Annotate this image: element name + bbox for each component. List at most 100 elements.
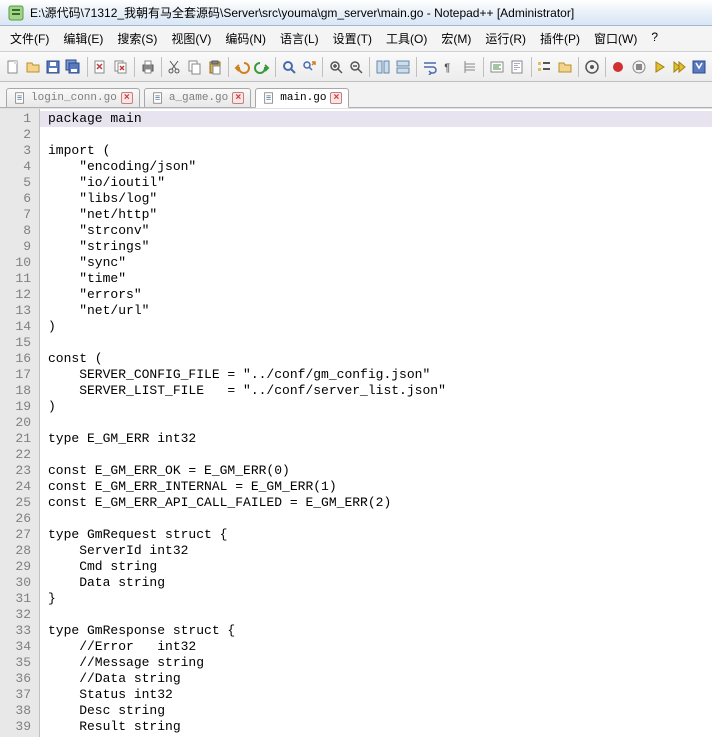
indent-guide-button[interactable] <box>461 56 479 78</box>
menu-help[interactable]: ? <box>645 28 664 49</box>
toolbar-separator <box>275 57 276 77</box>
sync-h-button[interactable] <box>394 56 412 78</box>
code-line: "encoding/json" <box>48 159 712 175</box>
line-number: 32 <box>4 607 31 623</box>
toolbar-separator <box>87 57 88 77</box>
record-icon <box>610 59 626 75</box>
menu-edit[interactable]: 编辑(E) <box>57 28 109 49</box>
tab-main-go[interactable]: main.go× <box>255 88 349 108</box>
menu-file[interactable]: 文件(F) <box>4 28 55 49</box>
code-line: ServerId int32 <box>48 543 712 559</box>
line-number: 7 <box>4 207 31 223</box>
line-number: 13 <box>4 303 31 319</box>
wordwrap-icon <box>422 59 438 75</box>
line-number: 6 <box>4 191 31 207</box>
tab-a_game-go[interactable]: a_game.go× <box>144 88 251 107</box>
copy-icon <box>187 59 203 75</box>
tab-login_conn-go[interactable]: login_conn.go× <box>6 88 140 107</box>
line-number: 3 <box>4 143 31 159</box>
menu-window[interactable]: 窗口(W) <box>588 28 643 49</box>
play-icon <box>651 59 667 75</box>
code-line: "time" <box>48 271 712 287</box>
folder-button[interactable] <box>556 56 574 78</box>
line-number: 5 <box>4 175 31 191</box>
code-line: "errors" <box>48 287 712 303</box>
folder-icon <box>557 59 573 75</box>
zoom-in-button[interactable] <box>327 56 345 78</box>
monitor-button[interactable] <box>582 56 600 78</box>
file-icon <box>262 91 276 105</box>
close-button[interactable] <box>91 56 109 78</box>
func-list-button[interactable] <box>535 56 553 78</box>
code-line <box>48 447 712 463</box>
redo-button[interactable] <box>253 56 271 78</box>
tab-close-icon[interactable]: × <box>121 92 133 104</box>
code-line: "sync" <box>48 255 712 271</box>
code-line: type GmResponse struct { <box>48 623 712 639</box>
line-number: 36 <box>4 671 31 687</box>
save-macro-button[interactable] <box>690 56 708 78</box>
record-button[interactable] <box>609 56 627 78</box>
titlebar: E:\源代码\71312_我朝有马全套源码\Server\src\youma\g… <box>0 0 712 26</box>
code-line <box>48 511 712 527</box>
menu-plugins[interactable]: 插件(P) <box>534 28 586 49</box>
menubar: 文件(F) 编辑(E) 搜索(S) 视图(V) 编码(N) 语言(L) 设置(T… <box>0 26 712 52</box>
lang-format-button[interactable] <box>488 56 506 78</box>
print-button[interactable] <box>138 56 156 78</box>
code-area[interactable]: package mainimport ( "encoding/json" "io… <box>40 109 712 737</box>
code-line <box>48 415 712 431</box>
tab-close-icon[interactable]: × <box>232 92 244 104</box>
tab-close-icon[interactable]: × <box>330 92 342 104</box>
line-number: 27 <box>4 527 31 543</box>
line-number: 25 <box>4 495 31 511</box>
menu-macro[interactable]: 宏(M) <box>435 28 477 49</box>
find-button[interactable] <box>280 56 298 78</box>
doc-map-button[interactable] <box>508 56 526 78</box>
line-number: 17 <box>4 367 31 383</box>
print-icon <box>140 59 156 75</box>
line-number: 30 <box>4 575 31 591</box>
toolbar-separator <box>483 57 484 77</box>
monitor-icon <box>584 59 600 75</box>
save-button[interactable] <box>44 56 62 78</box>
play-multi-button[interactable] <box>670 56 688 78</box>
stop-record-button[interactable] <box>630 56 648 78</box>
menu-settings[interactable]: 设置(T) <box>327 28 378 49</box>
file-icon <box>151 91 165 105</box>
menu-language[interactable]: 语言(L) <box>274 28 325 49</box>
menu-tools[interactable]: 工具(O) <box>380 28 433 49</box>
play-button[interactable] <box>650 56 668 78</box>
save-macro-icon <box>691 59 707 75</box>
replace-button[interactable] <box>300 56 318 78</box>
doc-map-icon <box>509 59 525 75</box>
copy-button[interactable] <box>186 56 204 78</box>
menu-search[interactable]: 搜索(S) <box>111 28 163 49</box>
replace-icon <box>301 59 317 75</box>
undo-button[interactable] <box>233 56 251 78</box>
save-all-icon <box>65 59 81 75</box>
code-line: "io/ioutil" <box>48 175 712 191</box>
code-line <box>48 335 712 351</box>
save-all-button[interactable] <box>64 56 82 78</box>
new-file-button[interactable] <box>4 56 22 78</box>
open-file-button[interactable] <box>24 56 42 78</box>
sync-v-button[interactable] <box>374 56 392 78</box>
wordwrap-button[interactable] <box>421 56 439 78</box>
cut-button[interactable] <box>165 56 183 78</box>
lang-format-icon <box>489 59 505 75</box>
menu-run[interactable]: 运行(R) <box>479 28 532 49</box>
code-line: "net/url" <box>48 303 712 319</box>
zoom-out-button[interactable] <box>347 56 365 78</box>
show-all-chars-button[interactable]: ¶ <box>441 56 459 78</box>
menu-encoding[interactable]: 编码(N) <box>219 28 272 49</box>
paste-button[interactable] <box>206 56 224 78</box>
code-line: "libs/log" <box>48 191 712 207</box>
code-line: "strings" <box>48 239 712 255</box>
menu-view[interactable]: 视图(V) <box>165 28 217 49</box>
close-all-button[interactable] <box>112 56 130 78</box>
toolbar-separator <box>531 57 532 77</box>
code-line: SERVER_CONFIG_FILE = "../conf/gm_config.… <box>48 367 712 383</box>
code-line: Desc string <box>48 703 712 719</box>
redo-icon <box>254 59 270 75</box>
toolbar-separator <box>578 57 579 77</box>
